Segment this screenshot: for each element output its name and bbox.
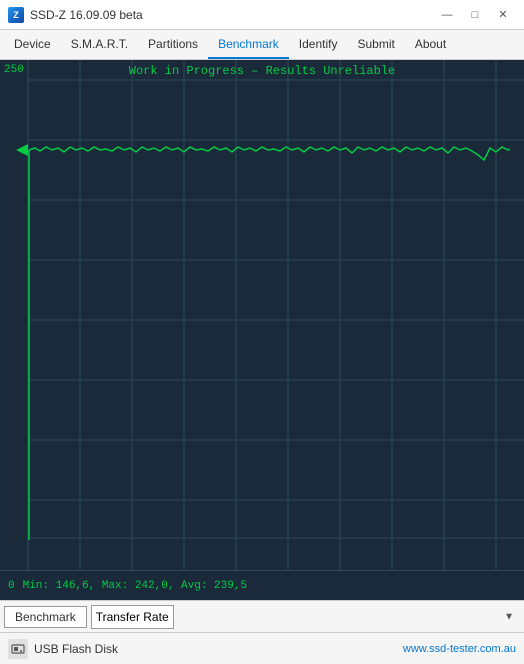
minimize-button[interactable]: — bbox=[434, 5, 460, 25]
main-chart-area: 250 Work in Progress – Results Unreliabl… bbox=[0, 60, 524, 600]
drive-icon bbox=[8, 639, 28, 659]
website-link: www.ssd-tester.com.au bbox=[403, 643, 516, 655]
close-button[interactable]: ✕ bbox=[490, 5, 516, 25]
stats-bar: 0 Min: 146,6, Max: 242,0, Avg: 239,5 bbox=[0, 570, 524, 600]
title-bar-controls: — □ ✕ bbox=[434, 5, 516, 25]
benchmark-button[interactable]: Benchmark bbox=[4, 606, 87, 628]
title-bar-left: Z SSD-Z 16.09.09 beta bbox=[8, 7, 143, 23]
y-axis-min-label: 0 bbox=[8, 580, 15, 592]
stats-text: Min: 146,6, Max: 242,0, Avg: 239,5 bbox=[23, 580, 247, 592]
y-axis-max-label: 250 bbox=[4, 64, 24, 76]
menu-smart[interactable]: S.M.A.R.T. bbox=[61, 30, 138, 59]
status-bar: USB Flash Disk www.ssd-tester.com.au bbox=[0, 632, 524, 664]
title-bar: Z SSD-Z 16.09.09 beta — □ ✕ bbox=[0, 0, 524, 30]
maximize-button[interactable]: □ bbox=[462, 5, 488, 25]
menu-benchmark[interactable]: Benchmark bbox=[208, 30, 289, 59]
chart-svg bbox=[0, 60, 524, 570]
transfer-rate-select[interactable]: Transfer Rate bbox=[91, 605, 174, 629]
select-arrow-icon: ▼ bbox=[504, 611, 514, 622]
menu-partitions[interactable]: Partitions bbox=[138, 30, 208, 59]
bottom-toolbar: Benchmark Transfer Rate ▼ bbox=[0, 600, 524, 632]
window-title: SSD-Z 16.09.09 beta bbox=[30, 8, 143, 22]
transfer-rate-select-wrapper: Transfer Rate ▼ bbox=[91, 605, 520, 629]
app-icon: Z bbox=[8, 7, 24, 23]
status-left: USB Flash Disk bbox=[8, 639, 118, 659]
menu-submit[interactable]: Submit bbox=[347, 30, 404, 59]
menu-bar: Device S.M.A.R.T. Partitions Benchmark I… bbox=[0, 30, 524, 60]
chart-title: Work in Progress – Results Unreliable bbox=[129, 64, 395, 78]
menu-identify[interactable]: Identify bbox=[289, 30, 348, 59]
menu-about[interactable]: About bbox=[405, 30, 456, 59]
chart-area: 250 Work in Progress – Results Unreliabl… bbox=[0, 60, 524, 570]
menu-device[interactable]: Device bbox=[4, 30, 61, 59]
